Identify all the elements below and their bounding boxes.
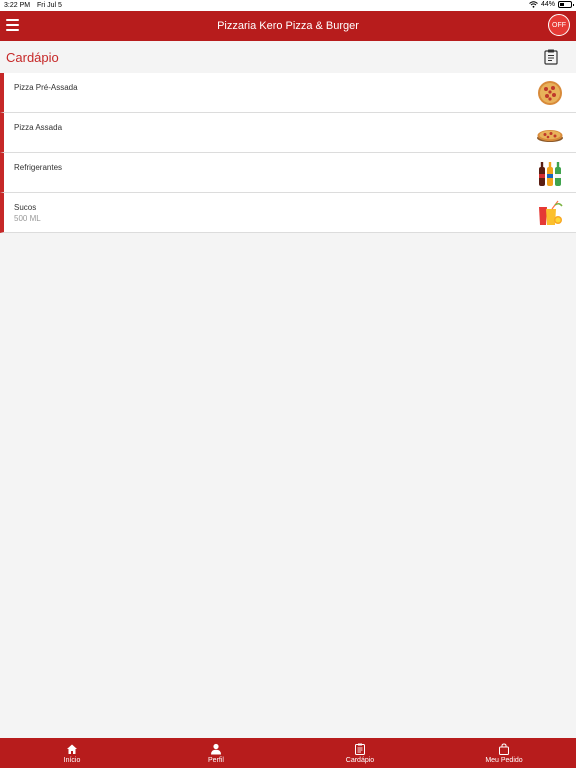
home-icon bbox=[67, 744, 77, 754]
tab-label: Meu Pedido bbox=[485, 756, 523, 764]
menu-item-pizza-pre-assada[interactable]: Pizza Pré-Assada bbox=[0, 73, 576, 113]
battery-icon bbox=[558, 1, 574, 8]
status-bar: 3:22 PM Fri Jul 5 44% bbox=[0, 0, 576, 11]
menu-item-sucos[interactable]: Sucos 500 ML bbox=[0, 193, 576, 233]
juice-icon bbox=[539, 200, 563, 225]
menu-item-refrigerantes[interactable]: Refrigerantes bbox=[0, 153, 576, 193]
app-header: Pizzaria Kero Pizza & Burger OFF bbox=[0, 11, 576, 41]
pizza-side-icon bbox=[537, 130, 563, 142]
page-heading: Cardápio bbox=[0, 41, 576, 73]
app-title: Pizzaria Kero Pizza & Burger bbox=[217, 20, 359, 32]
person-icon bbox=[211, 743, 221, 754]
status-right: 44% bbox=[529, 1, 574, 8]
bottom-tab-bar: Início Perfil Cardápio Meu Pedido bbox=[0, 738, 576, 768]
store-status-badge[interactable]: OFF bbox=[548, 14, 570, 36]
menu-item-pizza-assada[interactable]: Pizza Assada bbox=[0, 113, 576, 153]
menu-item-name: Sucos bbox=[14, 203, 37, 212]
tab-cardapio[interactable]: Cardápio bbox=[288, 738, 432, 768]
soda-bottles-icon bbox=[539, 162, 561, 186]
tab-perfil[interactable]: Perfil bbox=[144, 738, 288, 768]
menu-item-name: Refrigerantes bbox=[14, 163, 63, 172]
status-time: 3:22 PM bbox=[4, 2, 31, 9]
menu-item-subtitle: 500 ML bbox=[14, 214, 41, 223]
tab-label: Cardápio bbox=[345, 756, 375, 764]
status-date: Fri Jul 5 bbox=[37, 2, 62, 9]
wifi-icon bbox=[529, 1, 538, 8]
clipboard-icon bbox=[355, 743, 365, 755]
tab-meu-pedido[interactable]: Meu Pedido bbox=[432, 738, 576, 768]
menu-list: Pizza Pré-Assada Pizza Assada Refrigeran… bbox=[0, 73, 576, 233]
pizza-top-icon bbox=[538, 81, 562, 105]
clipboard-icon[interactable] bbox=[544, 49, 558, 65]
page-title: Cardápio bbox=[6, 50, 59, 65]
menu-item-name: Pizza Assada bbox=[14, 123, 63, 132]
tab-label: Perfil bbox=[208, 756, 224, 764]
menu-item-name: Pizza Pré-Assada bbox=[14, 83, 78, 92]
tab-label: Início bbox=[63, 756, 81, 764]
shopping-bag-icon bbox=[499, 742, 509, 755]
battery-percent: 44% bbox=[540, 1, 555, 8]
tab-inicio[interactable]: Início bbox=[0, 738, 144, 768]
